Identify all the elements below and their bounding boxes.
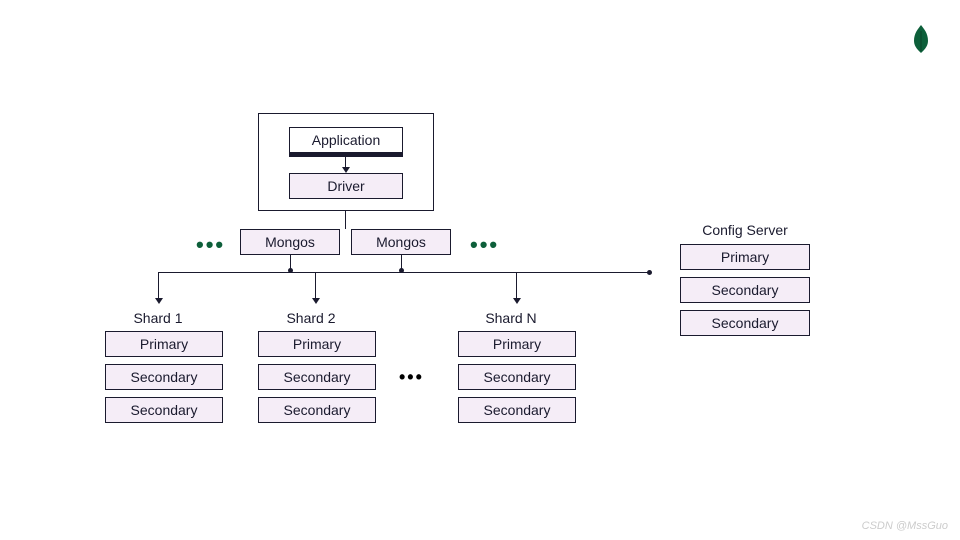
config-server-title: Config Server [680,222,810,238]
arrow-shard2 [312,298,320,304]
driver-label: Driver [327,178,364,194]
mongos-box-1: Mongos [240,229,340,255]
mongos-box-2: Mongos [351,229,451,255]
mongodb-leaf-icon [912,25,930,53]
application-underline [289,153,403,157]
dot-config [647,270,652,275]
connector-app-mongos-v [345,211,346,229]
shard1-secondary2: Secondary [105,397,223,423]
shardn-title: Shard N [458,310,564,326]
watermark: CSDN @MssGuo [862,520,948,532]
application-box: Application [289,127,403,153]
config-primary: Primary [680,244,810,270]
arrow-shard1 [155,298,163,304]
config-secondary2: Secondary [680,310,810,336]
shard2-title: Shard 2 [258,310,364,326]
arrow-shardn [513,298,521,304]
shardn-secondary1: Secondary [458,364,576,390]
mongos-label-2: Mongos [376,234,426,250]
application-label: Application [312,132,381,148]
shard1-primary: Primary [105,331,223,357]
connector-shard2 [315,272,316,300]
config-secondary1: Secondary [680,277,810,303]
ellipsis-shards: ••• [399,367,424,388]
shard1-secondary1: Secondary [105,364,223,390]
ellipsis-right: ••• [470,232,499,258]
shardn-primary: Primary [458,331,576,357]
shardn-secondary2: Secondary [458,397,576,423]
horizontal-bus [158,272,650,273]
shard2-secondary1: Secondary [258,364,376,390]
shard2-secondary2: Secondary [258,397,376,423]
ellipsis-left: ••• [196,232,225,258]
connector-shard1 [158,272,159,300]
mongos-label-1: Mongos [265,234,315,250]
shard1-title: Shard 1 [105,310,211,326]
driver-box: Driver [289,173,403,199]
connector-shardn [516,272,517,300]
app-driver-arrow [342,167,350,173]
shard2-primary: Primary [258,331,376,357]
